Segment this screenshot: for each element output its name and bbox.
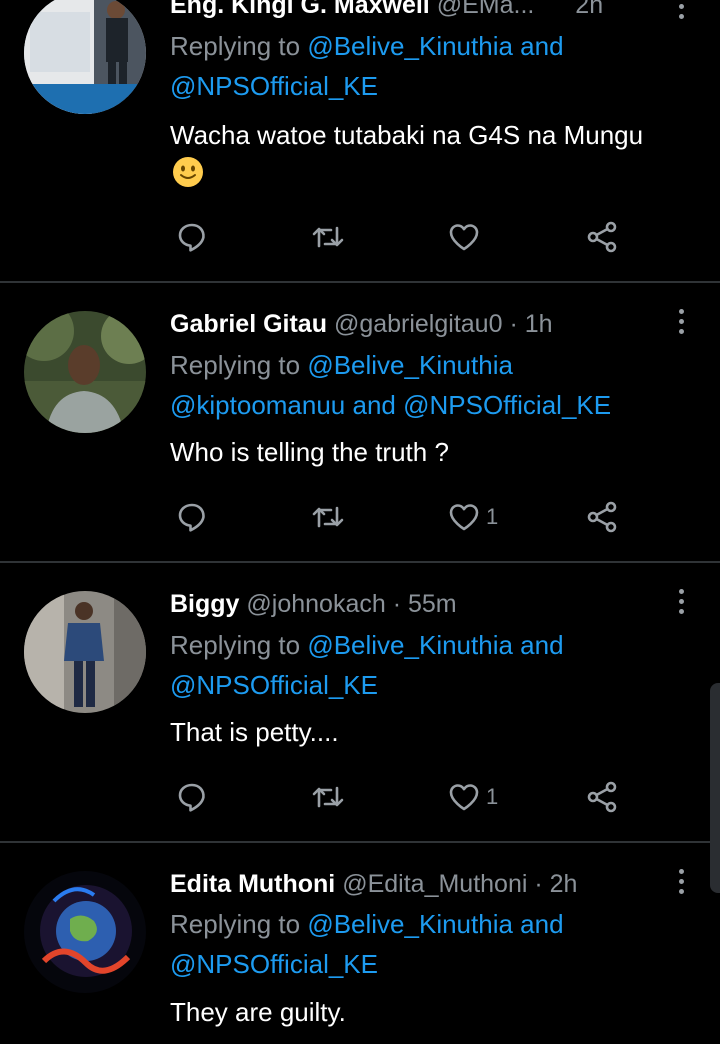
mention-link[interactable]: @kiptoomanuu and @NPSOfficial_KE	[170, 390, 611, 420]
avatar-image	[24, 0, 146, 114]
share-icon	[587, 221, 617, 253]
like-count: 1	[486, 504, 499, 529]
share-button[interactable]	[584, 217, 620, 257]
replying-to-label: Replying to	[170, 909, 301, 939]
reply-button[interactable]	[174, 497, 210, 537]
share-icon	[587, 781, 617, 813]
retweet-icon	[312, 786, 344, 808]
more-icon[interactable]	[676, 309, 686, 334]
author-name[interactable]: Gabriel Gitau	[170, 310, 327, 338]
mention-link[interactable]: @NPSOfficial_KE	[170, 71, 378, 101]
tweet-header: Biggy @johnokach · 55m	[170, 589, 457, 619]
more-icon[interactable]	[676, 869, 686, 894]
replying-to: Replying to @Belive_Kinuthia and	[170, 27, 564, 66]
retweet-button[interactable]	[310, 777, 346, 817]
tweet-actions: 1	[170, 777, 640, 817]
heart-icon	[449, 224, 479, 251]
tweet-text: They are guilty.	[170, 997, 346, 1027]
author-name[interactable]: Edita Muthoni	[170, 870, 335, 898]
more-icon[interactable]	[676, 0, 686, 19]
retweet-button[interactable]	[310, 497, 346, 537]
avatar-image	[24, 311, 146, 433]
heart-icon	[449, 504, 479, 531]
share-icon	[587, 501, 617, 533]
mention-link[interactable]: @Belive_Kinuthia	[307, 350, 513, 380]
emoji	[172, 156, 204, 188]
tweet-text: Wacha watoe tutabaki na G4S na Mungu	[170, 120, 644, 150]
tweet[interactable]: Edita Muthoni @Edita_Muthoni · 2h Replyi…	[0, 843, 720, 1044]
tweet-text: Who is telling the truth ?	[170, 437, 449, 467]
replying-to-cont: @NPSOfficial_KE	[170, 945, 378, 984]
retweet-icon	[312, 226, 344, 248]
reply-icon	[178, 223, 205, 252]
author-handle[interactable]: @EMa...	[437, 0, 535, 19]
author-name[interactable]: Biggy	[170, 590, 239, 618]
timestamp: · 1h	[509, 310, 553, 338]
slightly-smiling-face-icon	[173, 157, 203, 187]
mention-link[interactable]: @NPSOfficial_KE	[170, 670, 378, 700]
reply-button[interactable]	[174, 217, 210, 257]
replying-to: Replying to @Belive_Kinuthia and	[170, 905, 564, 944]
avatar[interactable]	[24, 871, 146, 993]
avatar-image	[24, 591, 146, 713]
retweet-icon	[312, 506, 344, 528]
replying-to-label: Replying to	[170, 31, 301, 61]
heart-icon	[449, 784, 479, 811]
author-handle[interactable]: @Edita_Muthoni	[342, 870, 527, 898]
share-button[interactable]	[584, 497, 620, 537]
avatar-image	[24, 871, 146, 993]
avatar[interactable]	[24, 591, 146, 713]
tweet[interactable]: Eng. Kingi G. Maxwell @EMa... 2h Replyin…	[0, 0, 720, 282]
like-button[interactable]: 1	[446, 777, 498, 817]
author-handle[interactable]: @johnokach	[246, 590, 385, 618]
like-button[interactable]	[446, 217, 482, 257]
like-count: 1	[486, 784, 499, 809]
replying-to: Replying to @Belive_Kinuthia	[170, 346, 513, 385]
reply-button[interactable]	[174, 777, 210, 817]
mention-link[interactable]: @Belive_Kinuthia and	[307, 630, 563, 660]
timestamp: 2h	[575, 0, 604, 19]
tweet-actions	[170, 217, 640, 257]
replying-to-cont: @NPSOfficial_KE	[170, 67, 378, 106]
edge-panel-handle[interactable]	[710, 683, 720, 893]
tweet[interactable]: Gabriel Gitau @gabrielgitau0 · 1h Replyi…	[0, 283, 720, 561]
tweet-header: Gabriel Gitau @gabrielgitau0 · 1h	[170, 309, 553, 339]
author-name[interactable]: Eng. Kingi G. Maxwell	[170, 0, 430, 19]
avatar[interactable]	[24, 311, 146, 433]
replying-to-label: Replying to	[170, 630, 301, 660]
timestamp: · 55m	[392, 590, 457, 618]
tweet[interactable]: Biggy @johnokach · 55m Replying to @Beli…	[0, 563, 720, 841]
retweet-button[interactable]	[310, 217, 346, 257]
share-button[interactable]	[584, 777, 620, 817]
more-icon[interactable]	[676, 589, 686, 614]
replying-to-cont: @NPSOfficial_KE	[170, 666, 378, 705]
replying-to-cont: @kiptoomanuu and @NPSOfficial_KE	[170, 386, 611, 425]
tweet-text: That is petty....	[170, 717, 339, 747]
mention-link[interactable]: @Belive_Kinuthia and	[307, 909, 563, 939]
replying-to-label: Replying to	[170, 350, 301, 380]
timestamp: · 2h	[534, 870, 578, 898]
avatar[interactable]	[24, 0, 146, 114]
mention-link[interactable]: @NPSOfficial_KE	[170, 949, 378, 979]
reply-icon	[178, 503, 205, 532]
reply-icon	[178, 783, 205, 812]
tweet-actions: 1	[170, 497, 640, 537]
replying-to: Replying to @Belive_Kinuthia and	[170, 626, 564, 665]
mention-link[interactable]: @Belive_Kinuthia and	[307, 31, 563, 61]
like-button[interactable]: 1	[446, 497, 498, 537]
tweet-header: Eng. Kingi G. Maxwell @EMa... 2h	[170, 0, 603, 20]
author-handle[interactable]: @gabrielgitau0	[334, 310, 503, 338]
tweet-header: Edita Muthoni @Edita_Muthoni · 2h	[170, 869, 577, 899]
